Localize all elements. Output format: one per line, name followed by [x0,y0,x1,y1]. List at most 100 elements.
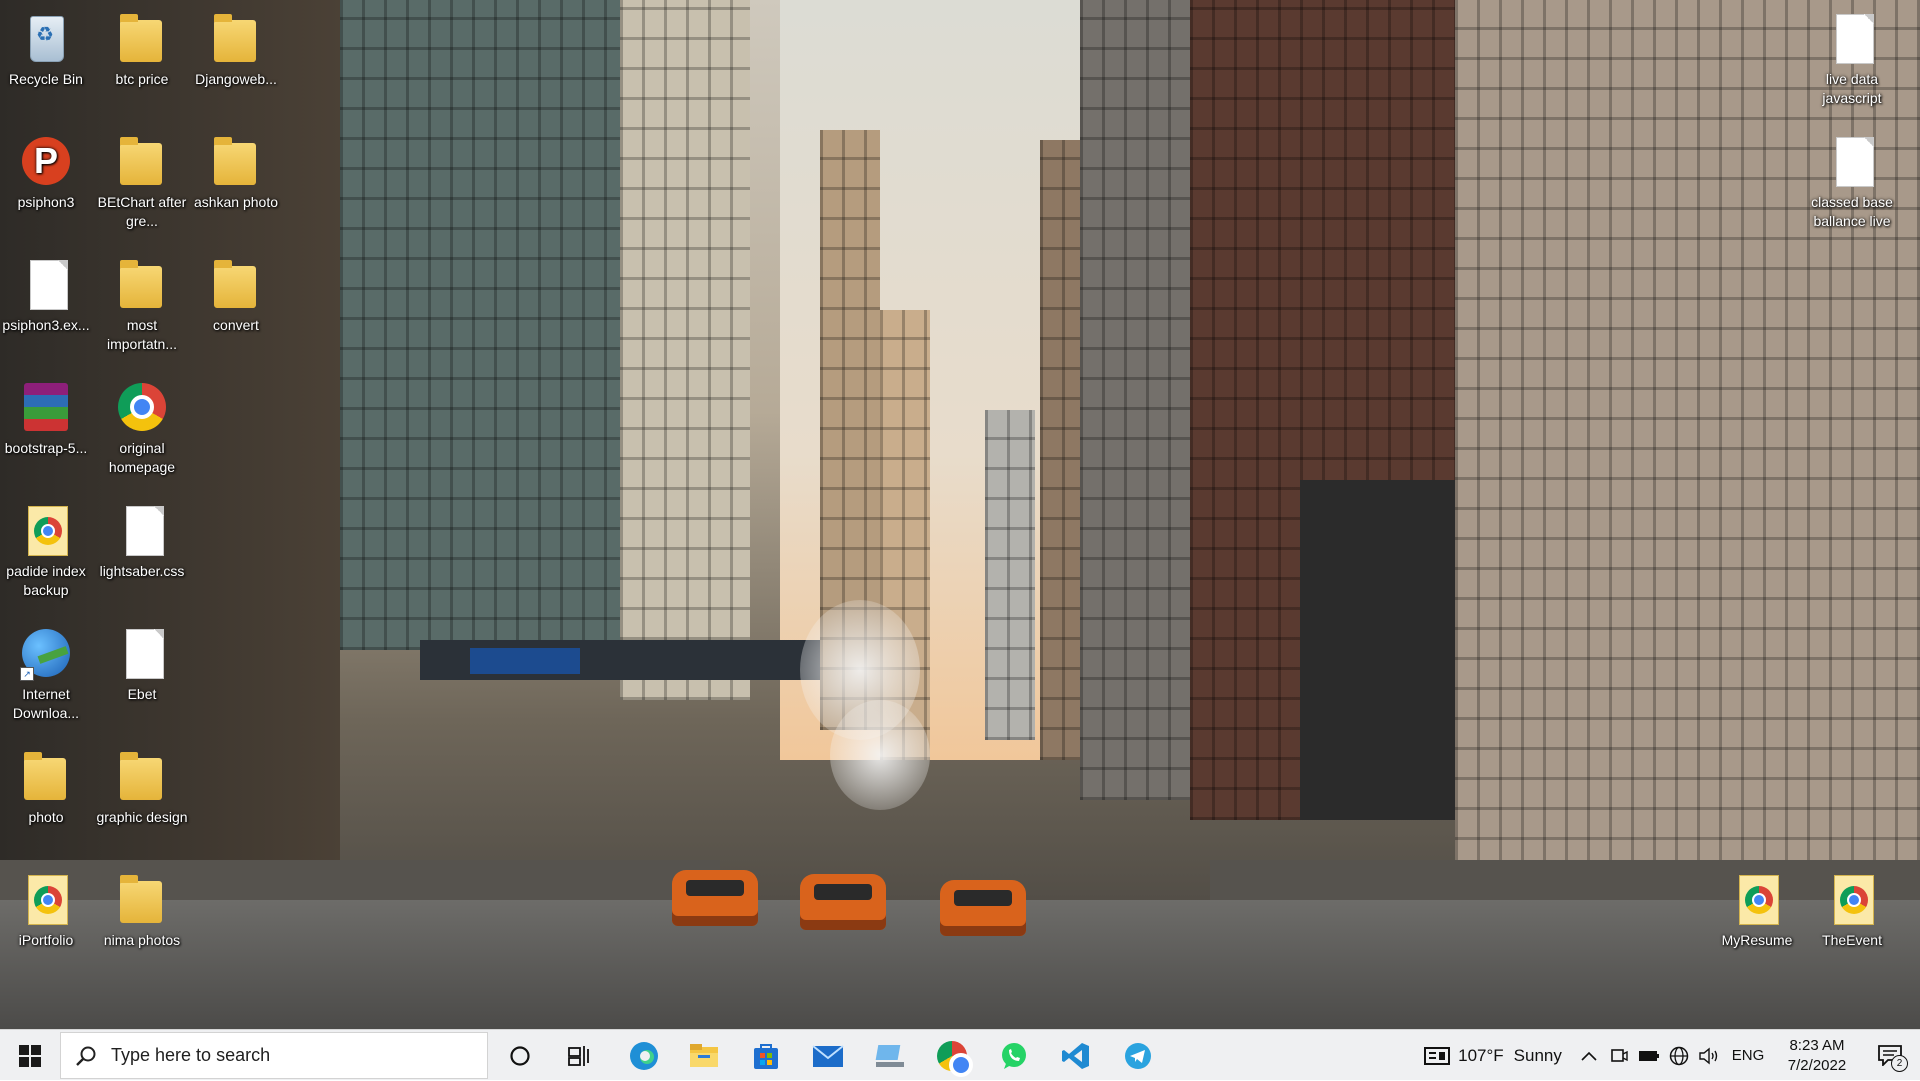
whatsapp-icon [1002,1042,1026,1069]
desktop-icon-label: live data javascript [1822,71,1882,106]
telegram-icon [1125,1042,1151,1069]
desktop-icon-ashkan-photo[interactable]: ashkan photo [190,127,282,212]
speaker-icon [1699,1047,1718,1064]
vscode-icon [1062,1042,1089,1069]
desktop-icon-ebet[interactable]: Ebet [96,619,188,704]
search-placeholder: Type here to search [111,1045,271,1065]
desktop-icon-original-homepage[interactable]: original homepage [96,373,188,477]
desktop-icon-label: Ebet [127,686,157,702]
desktop-icon-graphic-design[interactable]: graphic design [96,742,188,827]
desktop-icon-djangoweb[interactable]: Djangoweb... [190,4,282,89]
taskbar-search-box[interactable]: Type here to search [60,1032,488,1079]
input-language[interactable]: ENG [1728,1030,1768,1081]
chrome-html-icon [1729,871,1785,927]
this-pc-icon [875,1044,904,1067]
desktop-icon-theevent[interactable]: TheEvent [1806,865,1898,950]
psiphon-icon: P [18,133,74,189]
desktop-icon-internet-download-manager[interactable]: ↗ Internet Downloa... [0,619,92,723]
desktop-icon-padide-index-backup[interactable]: padide index backup [0,496,92,600]
taskbar-vscode[interactable] [1048,1030,1104,1081]
desktop-icon-psiphon3[interactable]: P psiphon3 [0,127,92,212]
taskbar-telegram[interactable] [1110,1030,1166,1081]
tray-network[interactable] [1666,1030,1692,1081]
desktop-icon-label: iPortfolio [18,932,74,948]
desktop-icon-label: convert [213,317,259,333]
winrar-archive-icon [18,379,74,435]
desktop-icon-label: lightsaber.css [99,563,185,579]
file-icon [18,256,74,312]
taskbar-microsoft-store[interactable] [738,1030,794,1081]
desktop-icon-lightsaber-css[interactable]: lightsaber.css [96,496,188,581]
folder-icon [114,256,170,312]
file-icon [1824,10,1880,66]
taskbar-edge[interactable] [616,1030,672,1081]
desktop-icon-recycle-bin[interactable]: Recycle Bin [0,4,92,89]
desktop-icon-bootstrap[interactable]: bootstrap-5... [0,373,92,458]
microsoft-store-icon [754,1043,778,1069]
desktop-icon-psiphon3-exe[interactable]: psiphon3.ex... [0,250,92,335]
taskbar-chrome[interactable] [924,1030,980,1081]
show-hidden-icons-button[interactable] [1578,1030,1600,1081]
windows-logo-icon [19,1044,41,1067]
desktop-icon-convert[interactable]: convert [190,250,282,335]
tray-battery[interactable] [1636,1030,1662,1081]
weather-temp: 107°F [1458,1045,1504,1065]
desktop-icon-label: original homepage [108,440,176,475]
chrome-html-icon [18,502,74,558]
desktop-icon-live-data-javascript[interactable]: live data javascript [1806,4,1898,108]
globe-icon [1669,1046,1689,1065]
tray-volume[interactable] [1696,1030,1722,1081]
chevron-up-icon [1581,1051,1597,1061]
desktop-icon-label: Recycle Bin [9,71,83,87]
folder-icon [208,256,264,312]
mail-icon [812,1044,844,1067]
desktop-icon-label: btc price [115,71,169,87]
taskbar-whatsapp[interactable] [986,1030,1042,1081]
desktop-icon-most-important[interactable]: most importatn... [96,250,188,354]
file-icon [1824,133,1880,189]
taskbar-file-explorer[interactable] [676,1030,732,1081]
tray-meet-now[interactable] [1606,1030,1632,1081]
cortana-button[interactable] [492,1030,548,1081]
desktop-icon-label: graphic design [96,809,188,825]
taskbar-mail[interactable] [800,1030,856,1081]
taskbar-this-pc[interactable] [862,1030,918,1081]
desktop-icon-label: Internet Downloa... [12,686,80,721]
folder-icon [208,133,264,189]
desktop-icon-iportfolio[interactable]: iPortfolio [0,865,92,950]
clock[interactable]: 8:23 AM 7/2/2022 [1772,1030,1862,1081]
language-label: ENG [1731,1047,1765,1064]
desktop-icon-label: Djangoweb... [195,71,277,87]
desktop-icon-label: most importatn... [106,317,178,352]
recycle-bin-icon [18,10,74,66]
notification-badge: 2 [1891,1054,1908,1072]
folder-icon [18,748,74,804]
desktop-icon-betchart[interactable]: BEtChart after gre... [96,127,188,231]
desktop-icon-btc-price[interactable]: btc price [96,4,188,89]
file-icon [114,502,170,558]
desktop-icon-label: photo [28,809,64,825]
file-explorer-icon [690,1043,718,1067]
start-button[interactable] [0,1030,60,1081]
desktop-icon-label: psiphon3.ex... [2,317,90,333]
desktop-icon-label: BEtChart after gre... [97,194,187,229]
desktop-icon-myresume[interactable]: MyResume [1711,865,1803,950]
desktop-icon-photo[interactable]: photo [0,742,92,827]
webcam-icon [1611,1048,1628,1062]
taskbar: Type here to search 107°F Sunny ENG 8:23… [0,1029,1920,1080]
weather-condition: Sunny [1513,1045,1562,1065]
task-view-button[interactable] [552,1030,608,1081]
clock-time: 8:23 AM [1789,1036,1845,1054]
desktop-icon-classed-base-ballance-live[interactable]: classed base ballance live [1806,127,1898,231]
chrome-icon [937,1040,973,1077]
desktop-icon-nima-photos[interactable]: nima photos [96,865,188,950]
action-center-button[interactable]: 2 [1866,1030,1916,1081]
desktop-icon-label: nima photos [103,932,181,948]
cortana-icon [510,1045,530,1066]
folder-icon [114,871,170,927]
desktop[interactable]: Recycle Bin P psiphon3 psiphon3.ex... bo… [0,0,1920,1029]
folder-icon [114,10,170,66]
desktop-icon-label: psiphon3 [17,194,75,210]
chrome-html-icon [1824,871,1880,927]
weather-widget[interactable]: 107°F Sunny [1412,1030,1574,1081]
